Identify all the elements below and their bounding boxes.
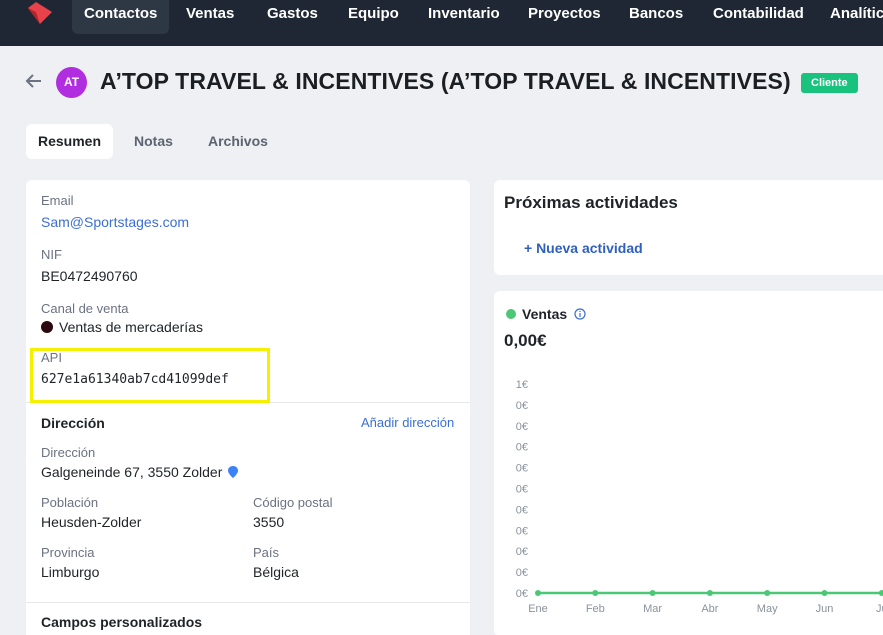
x-tick-label: Ju xyxy=(876,603,883,615)
divider xyxy=(26,602,470,603)
address-section-title: Dirección xyxy=(41,415,105,431)
brand-logo-icon[interactable] xyxy=(26,2,54,26)
nav-item-analitica[interactable]: Analítica xyxy=(830,0,883,34)
sales-channel-value: Ventas de mercaderías xyxy=(41,319,203,335)
address-value: Galgeneinde 67, 3550 Zolder xyxy=(41,464,239,480)
nav-item-inventario[interactable]: Inventario xyxy=(428,0,500,34)
city-label: Población xyxy=(41,495,99,510)
nav-item-bancos[interactable]: Bancos xyxy=(629,0,683,34)
postal-code-value: 3550 xyxy=(253,514,285,530)
y-tick-label: 0€ xyxy=(516,525,528,537)
page-title: A’TOP TRAVEL & INCENTIVES (A’TOP TRAVEL … xyxy=(100,68,791,94)
custom-fields-title: Campos personalizados xyxy=(41,614,203,630)
province-label: Provincia xyxy=(41,545,95,560)
sales-channel-text: Ventas de mercaderías xyxy=(59,319,203,335)
y-tick-label: 0€ xyxy=(516,588,528,600)
data-point[interactable] xyxy=(592,590,599,596)
city-value: Heusden-Zolder xyxy=(41,514,142,530)
status-badge: Cliente xyxy=(801,73,858,93)
nav-item-proyectos[interactable]: Proyectos xyxy=(528,0,601,34)
new-activity-button[interactable]: + Nueva actividad xyxy=(524,240,643,256)
nav-item-equipo[interactable]: Equipo xyxy=(348,0,399,34)
api-highlight-box xyxy=(30,348,270,403)
address-text: Galgeneinde 67, 3550 Zolder xyxy=(41,464,223,480)
x-tick-label: May xyxy=(757,603,778,615)
x-tick-label: Abr xyxy=(701,603,718,615)
postal-code-label: Código postal xyxy=(253,495,333,510)
contact-details-card: Email Sam@Sportstages.com NIF BE04724907… xyxy=(26,180,470,635)
upcoming-activities-card: Próximas actividades + Nueva actividad xyxy=(494,180,883,275)
y-tick-label: 0€ xyxy=(516,546,528,558)
data-point[interactable] xyxy=(764,590,771,596)
nav-item-ventas[interactable]: Ventas xyxy=(186,0,234,34)
province-value: Limburgo xyxy=(41,564,100,580)
data-point[interactable] xyxy=(649,590,656,596)
data-point[interactable] xyxy=(878,590,883,596)
y-tick-label: 1€ xyxy=(516,379,528,391)
data-point[interactable] xyxy=(706,590,713,596)
y-tick-label: 0€ xyxy=(516,567,528,579)
x-tick-label: Mar xyxy=(643,603,662,615)
nav-item-contabilidad[interactable]: Contabilidad xyxy=(713,0,804,34)
avatar: AT xyxy=(56,67,87,98)
tab-archivos[interactable]: Archivos xyxy=(196,124,280,159)
tab-resumen[interactable]: Resumen xyxy=(26,124,114,159)
sales-channel-label: Canal de venta xyxy=(41,301,129,316)
back-arrow-icon[interactable] xyxy=(25,71,43,91)
country-label: País xyxy=(253,545,280,560)
nav-item-contactos[interactable]: Contactos xyxy=(72,0,170,34)
channel-color-dot xyxy=(41,321,53,333)
top-navigation-bar: Contactos Ventas Gastos Equipo Inventari… xyxy=(0,0,883,46)
x-tick-label: Ene xyxy=(528,603,548,615)
y-tick-label: 0€ xyxy=(516,504,528,516)
nif-value: BE0472490760 xyxy=(41,268,138,284)
add-address-link[interactable]: Añadir dirección xyxy=(361,415,454,430)
address-label: Dirección xyxy=(41,445,96,460)
y-tick-label: 0€ xyxy=(516,484,528,496)
nif-label: NIF xyxy=(41,247,62,262)
y-tick-label: 0€ xyxy=(516,442,528,454)
sales-chart: 1€0€0€0€0€0€0€0€0€0€0€Ene Feb Mar Abr May Jun… xyxy=(516,379,883,615)
x-tick-label: Feb xyxy=(586,603,605,615)
y-tick-label: 0€ xyxy=(516,400,528,412)
y-tick-label: 0€ xyxy=(516,421,528,433)
y-tick-label: 0€ xyxy=(516,463,528,475)
country-value: Bélgica xyxy=(253,564,299,580)
x-tick-label: Jun xyxy=(816,603,834,615)
data-point[interactable] xyxy=(535,590,541,596)
tab-notas[interactable]: Notas xyxy=(122,124,185,159)
email-link[interactable]: Sam@Sportstages.com xyxy=(41,214,189,230)
nav-item-gastos[interactable]: Gastos xyxy=(267,0,318,34)
email-label: Email xyxy=(41,193,74,208)
map-pin-icon[interactable] xyxy=(228,466,239,478)
data-point[interactable] xyxy=(821,590,828,596)
activities-title: Próximas actividades xyxy=(504,193,678,212)
sales-card: Ventas 0,00€ 1€ 0€ 0€ 0€ 0€ 0€ 0€ 0€ 0€ 0€ 0€ Ene Fe… xyxy=(494,291,883,635)
